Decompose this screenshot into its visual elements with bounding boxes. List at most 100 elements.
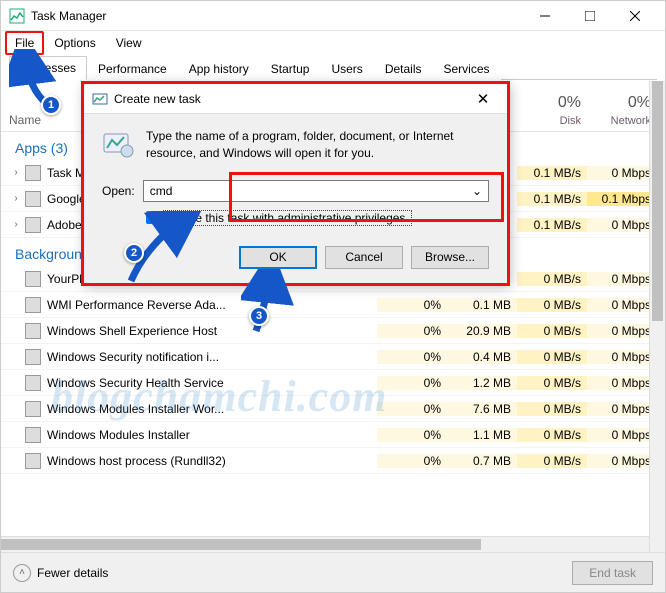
expand-icon: › [9, 219, 23, 230]
cpu-cell: 0% [377, 350, 447, 364]
column-network[interactable]: 0%Network [587, 80, 657, 131]
annotation-callout-1: 1 [41, 95, 61, 115]
column-disk[interactable]: 0%Disk [517, 80, 587, 131]
network-cell: 0 Mbps [587, 272, 657, 286]
footer: ˄ Fewer details End task [1, 552, 665, 592]
network-cell: 0 Mbps [587, 454, 657, 468]
tab-app-history[interactable]: App history [178, 57, 260, 80]
open-combobox[interactable]: cmd ⌄ [143, 180, 489, 202]
run-dialog-icon [92, 91, 108, 107]
tab-startup[interactable]: Startup [260, 57, 321, 80]
network-cell: 0 Mbps [587, 402, 657, 416]
dialog-message: Type the name of a program, folder, docu… [146, 128, 489, 162]
annotation-arrow-3 [241, 269, 301, 339]
expand-icon: › [9, 193, 23, 204]
process-row[interactable]: Windows Modules Installer0%1.1 MB0 MB/s0… [1, 422, 665, 448]
app-icon [25, 271, 41, 287]
disk-cell: 0 MB/s [517, 298, 587, 312]
chevron-down-icon: ⌄ [472, 184, 482, 198]
process-name: Windows Shell Experience Host [47, 324, 377, 338]
network-cell: 0 Mbps [587, 376, 657, 390]
process-name: WMI Performance Reverse Ada... [47, 298, 377, 312]
app-icon [25, 375, 41, 391]
fewer-details-button[interactable]: ˄ Fewer details [13, 564, 572, 582]
tab-strip: Processes Performance App history Startu… [9, 55, 657, 80]
app-icon [25, 349, 41, 365]
process-name: Windows Modules Installer [47, 428, 377, 442]
process-row[interactable]: Windows host process (Rundll32)0%0.7 MB0… [1, 448, 665, 474]
disk-cell: 0.1 MB/s [517, 192, 587, 206]
tab-performance[interactable]: Performance [87, 57, 178, 80]
process-name: Windows host process (Rundll32) [47, 454, 377, 468]
process-row[interactable]: Windows Shell Experience Host0%20.9 MB0 … [1, 318, 665, 344]
dialog-close-button[interactable]: ✕ [467, 90, 499, 108]
cpu-cell: 0% [377, 428, 447, 442]
annotation-callout-3: 3 [249, 306, 269, 326]
network-cell: 0 Mbps [587, 350, 657, 364]
close-button[interactable] [612, 1, 657, 31]
run-program-icon [102, 128, 134, 160]
network-cell: 0.1 Mbps [587, 192, 657, 206]
ok-button[interactable]: OK [239, 246, 317, 269]
cancel-button[interactable]: Cancel [325, 246, 403, 269]
memory-cell: 1.2 MB [447, 376, 517, 390]
menubar: File Options View [1, 31, 665, 55]
network-cell: 0 Mbps [587, 218, 657, 232]
window-titlebar: Task Manager [1, 1, 665, 31]
end-task-button[interactable]: End task [572, 561, 653, 585]
disk-cell: 0 MB/s [517, 324, 587, 338]
app-icon [25, 191, 41, 207]
process-row[interactable]: Windows Security notification i...0%0.4 … [1, 344, 665, 370]
app-icon [25, 165, 41, 181]
network-cell: 0 Mbps [587, 166, 657, 180]
maximize-button[interactable] [567, 1, 612, 31]
open-label: Open: [102, 184, 135, 198]
disk-cell: 0 MB/s [517, 428, 587, 442]
network-cell: 0 Mbps [587, 324, 657, 338]
expand-icon: › [9, 167, 23, 178]
memory-cell: 0.4 MB [447, 350, 517, 364]
cpu-cell: 0% [377, 298, 447, 312]
window-title: Task Manager [31, 9, 522, 23]
menu-view[interactable]: View [106, 31, 152, 55]
process-row[interactable]: WMI Performance Reverse Ada...0%0.1 MB0 … [1, 292, 665, 318]
network-cell: 0 Mbps [587, 428, 657, 442]
disk-cell: 0 MB/s [517, 350, 587, 364]
process-name: Windows Modules Installer Wor... [47, 402, 377, 416]
cpu-cell: 0% [377, 376, 447, 390]
app-icon [25, 323, 41, 339]
memory-cell: 7.6 MB [447, 402, 517, 416]
browse-button[interactable]: Browse... [411, 246, 489, 269]
app-icon [25, 401, 41, 417]
disk-cell: 0.1 MB/s [517, 218, 587, 232]
vertical-scrollbar[interactable] [649, 81, 665, 552]
cpu-cell: 0% [377, 402, 447, 416]
tab-details[interactable]: Details [374, 57, 433, 80]
network-cell: 0 Mbps [587, 298, 657, 312]
disk-cell: 0 MB/s [517, 454, 587, 468]
horizontal-scrollbar[interactable] [1, 536, 649, 552]
disk-cell: 0 MB/s [517, 272, 587, 286]
app-icon [25, 427, 41, 443]
disk-cell: 0.1 MB/s [517, 166, 587, 180]
open-value: cmd [150, 184, 173, 198]
disk-cell: 0 MB/s [517, 402, 587, 416]
cpu-cell: 0% [377, 324, 447, 338]
memory-cell: 1.1 MB [447, 428, 517, 442]
chevron-up-icon: ˄ [13, 564, 31, 582]
dialog-title: Create new task [114, 92, 467, 106]
app-icon [25, 217, 41, 233]
tab-services[interactable]: Services [433, 57, 501, 80]
minimize-button[interactable] [522, 1, 567, 31]
memory-cell: 0.7 MB [447, 454, 517, 468]
process-row[interactable]: Windows Security Health Service0%1.2 MB0… [1, 370, 665, 396]
dialog-titlebar: Create new task ✕ [84, 84, 507, 114]
disk-cell: 0 MB/s [517, 376, 587, 390]
process-name: Windows Security notification i... [47, 350, 377, 364]
process-row[interactable]: Windows Modules Installer Wor...0%7.6 MB… [1, 396, 665, 422]
memory-cell: 0.1 MB [447, 298, 517, 312]
app-icon [25, 453, 41, 469]
tab-users[interactable]: Users [320, 57, 373, 80]
annotation-callout-2: 2 [124, 243, 144, 263]
task-manager-icon [9, 8, 25, 24]
